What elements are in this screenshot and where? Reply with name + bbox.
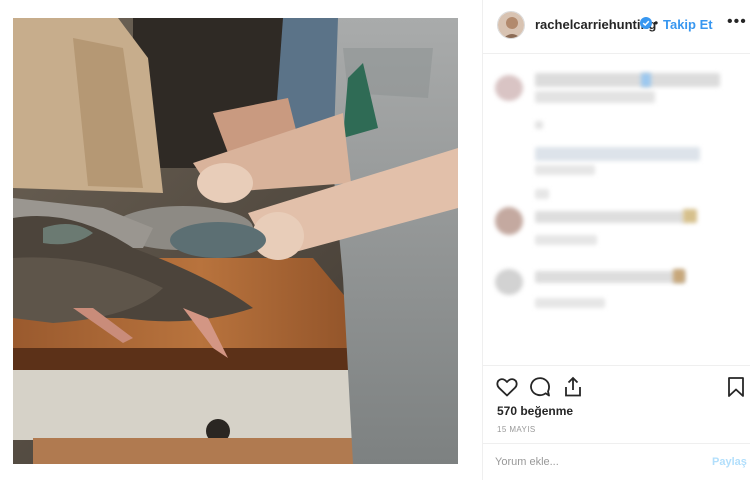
comment-text-blurred xyxy=(535,298,605,308)
post-comment-button[interactable]: Paylaş xyxy=(712,456,747,468)
post-date: 15 MAYIS xyxy=(497,425,536,434)
post-photo-illustration xyxy=(13,18,458,464)
post-actions: 570 beğenme 15 MAYIS xyxy=(483,365,750,443)
comment-text-blurred xyxy=(535,147,700,161)
post-photo[interactable] xyxy=(13,18,458,464)
post-details-pane: rachelcarriehunting • Takip Et ••• 570 b… xyxy=(482,0,750,480)
avatar[interactable] xyxy=(497,11,525,39)
verified-badge-icon xyxy=(640,17,652,29)
more-options-icon[interactable]: ••• xyxy=(727,13,747,31)
add-comment-bar: Paylaş xyxy=(483,443,750,480)
comment-text-blurred xyxy=(535,121,543,129)
share-icon[interactable] xyxy=(561,375,585,399)
comment-avatar-blurred xyxy=(495,75,523,101)
post-header: rachelcarriehunting • Takip Et ••• xyxy=(483,0,750,54)
comment-text-blurred xyxy=(535,271,685,283)
comment-text-blurred xyxy=(683,209,697,223)
comment-text-blurred xyxy=(535,165,595,175)
comment-avatar-blurred xyxy=(495,207,523,235)
comments-section xyxy=(483,55,750,365)
follow-button[interactable]: Takip Et xyxy=(663,17,713,32)
comment-text-blurred xyxy=(673,269,685,283)
heart-icon[interactable] xyxy=(495,375,519,399)
comment-text-blurred xyxy=(535,73,720,87)
comment-text-blurred xyxy=(535,91,655,103)
comment-text-blurred xyxy=(535,211,685,223)
comment-text-blurred xyxy=(535,235,597,245)
comment-text-blurred xyxy=(641,73,651,87)
likes-count[interactable]: 570 beğenme xyxy=(497,404,573,418)
avatar-image xyxy=(498,12,524,38)
bookmark-icon[interactable] xyxy=(724,375,748,399)
comment-text-blurred xyxy=(535,189,549,199)
separator-dot: • xyxy=(654,16,659,30)
post-media-pane xyxy=(0,0,482,480)
comment-icon[interactable] xyxy=(528,375,552,399)
comment-input[interactable] xyxy=(495,454,695,470)
username[interactable]: rachelcarriehunting xyxy=(535,17,656,32)
comment-avatar-blurred xyxy=(495,269,523,295)
